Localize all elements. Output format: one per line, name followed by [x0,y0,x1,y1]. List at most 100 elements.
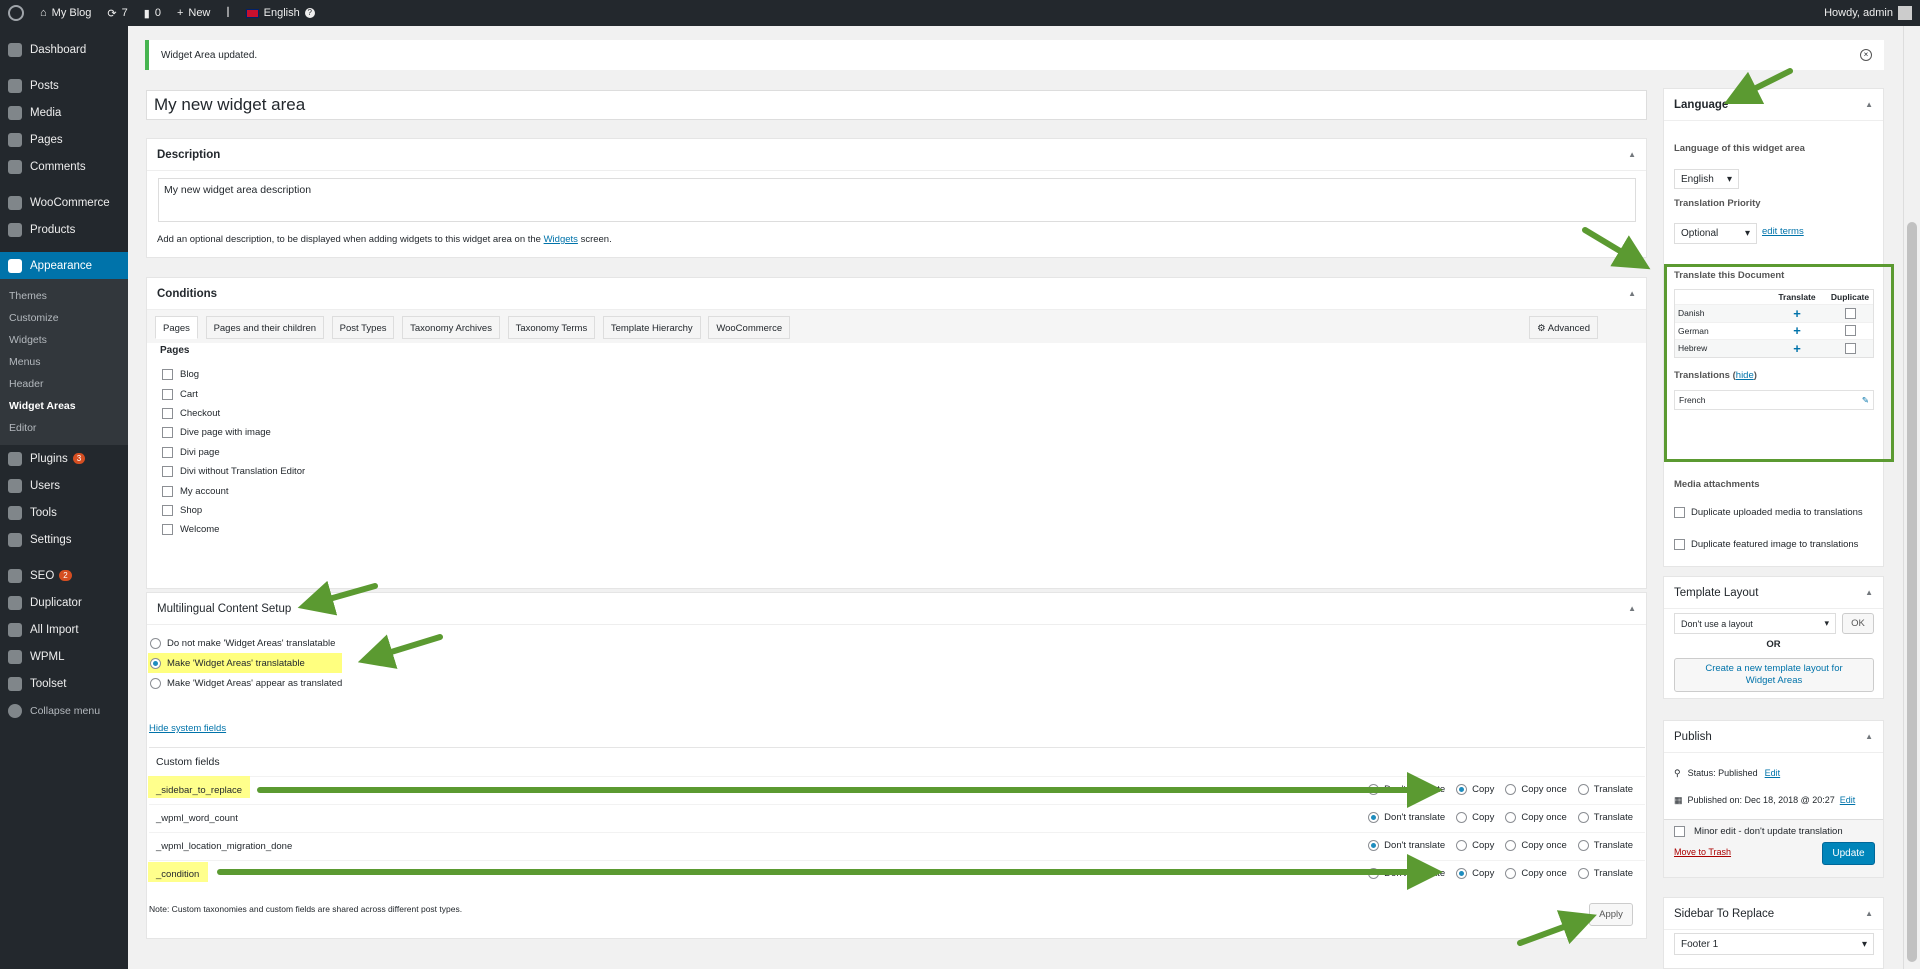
field-radio[interactable] [1456,867,1468,879]
toggle-arrow-icon[interactable]: ▲ [1865,721,1873,753]
submenu-item-themes[interactable]: Themes [0,285,128,307]
submenu-item-widgets[interactable]: Widgets [0,329,128,351]
list-item[interactable]: Dive page with image [162,423,305,442]
advanced-button[interactable]: ⚙ Advanced [1529,316,1598,339]
submenu-item-customize[interactable]: Customize [0,307,128,329]
field-radio[interactable] [1577,783,1589,795]
field-radio[interactable] [1368,811,1380,823]
toggle-arrow-icon[interactable]: ▲ [1865,898,1873,930]
collapse-menu-button[interactable]: Collapse menu [0,697,128,724]
field-option[interactable]: Copy once [1505,839,1567,851]
field-option[interactable]: Copy once [1505,867,1567,879]
description-textarea[interactable]: My new widget area description [158,178,1636,222]
toggle-arrow-icon[interactable]: ▲ [1628,278,1636,310]
toggle-arrow-icon[interactable]: ▲ [1865,577,1873,609]
page-checkbox[interactable] [162,504,173,516]
new-content-link[interactable]: + New [169,0,218,26]
page-checkbox[interactable] [162,369,173,381]
update-button[interactable]: Update [1822,842,1875,865]
minor-edit-checkbox[interactable] [1674,826,1685,837]
field-option[interactable]: Don't translate [1368,783,1445,795]
minor-edit-option[interactable]: Minor edit - don't update translation [1674,826,1843,837]
field-radio[interactable] [1577,839,1589,851]
mode-radio[interactable] [150,657,161,669]
field-radio[interactable] [1368,783,1380,795]
list-item[interactable]: My account [162,481,305,500]
conditions-heading[interactable]: Conditions ▲ [147,278,1646,310]
field-option[interactable]: Don't translate [1368,811,1445,823]
dismiss-notice-icon[interactable]: × [1860,49,1872,61]
list-item[interactable]: Cart [162,384,305,403]
page-checkbox[interactable] [162,446,173,458]
language-heading[interactable]: Language ▲ [1664,89,1883,121]
field-option[interactable]: Copy [1456,867,1494,879]
sidebar-item-toolset[interactable]: Toolset [0,670,128,697]
field-radio[interactable] [1505,867,1517,879]
field-radio[interactable] [1368,839,1380,851]
field-radio[interactable] [1577,867,1589,879]
comments-link[interactable]: ▮ 0 [136,0,169,26]
page-checkbox[interactable] [162,466,173,478]
layout-select[interactable]: Don't use a layout ▾ [1674,613,1836,634]
sidebar-replace-select[interactable]: Footer 1 ▾ [1674,933,1874,955]
field-radio[interactable] [1456,783,1468,795]
edit-date-link[interactable]: Edit [1840,795,1856,806]
tab-taxonomy-archives[interactable]: Taxonomy Archives [402,316,500,339]
mode-option[interactable]: Make 'Widget Areas' translatable [148,653,343,673]
field-radio[interactable] [1368,867,1380,879]
mode-option[interactable]: Do not make 'Widget Areas' translatable [148,633,342,653]
tab-woocommerce[interactable]: WooCommerce [708,316,791,339]
field-option[interactable]: Don't translate [1368,867,1445,879]
duplicate-featured-option[interactable]: Duplicate featured image to translations [1674,539,1858,550]
toggle-arrow-icon[interactable]: ▲ [1865,89,1873,121]
priority-select[interactable]: Optional ▾ [1674,223,1757,244]
field-option[interactable]: Translate [1577,783,1633,795]
sidebar-item-users[interactable]: Users [0,472,128,499]
field-option[interactable]: Don't translate [1368,839,1445,851]
field-option[interactable]: Copy [1456,839,1494,851]
field-option[interactable]: Copy [1456,783,1494,795]
language-select[interactable]: English ▾ [1674,169,1739,189]
language-switcher[interactable]: English? [238,0,323,26]
tab-taxonomy-terms[interactable]: Taxonomy Terms [507,316,596,339]
sidebar-item-pages[interactable]: Pages [0,126,128,153]
publish-heading[interactable]: Publish ▲ [1664,721,1883,753]
sidebar-item-woocommerce[interactable]: WooCommerce [0,189,128,216]
field-radio[interactable] [1505,811,1517,823]
duplicate-media-option[interactable]: Duplicate uploaded media to translations [1674,507,1879,518]
list-item[interactable]: Divi without Translation Editor [162,462,305,481]
sidebar-replace-heading[interactable]: Sidebar To Replace ▲ [1664,898,1883,930]
layout-ok-button[interactable]: OK [1842,613,1874,634]
page-checkbox[interactable] [162,388,173,400]
sidebar-item-all-import[interactable]: All Import [0,616,128,643]
scrollbar-thumb[interactable] [1907,222,1917,962]
sidebar-item-appearance[interactable]: Appearance [0,252,128,279]
sidebar-item-tools[interactable]: Tools [0,499,128,526]
sidebar-item-posts[interactable]: Posts [0,72,128,99]
mcs-heading[interactable]: Multilingual Content Setup ▲ [147,593,1646,625]
tab-post-types[interactable]: Post Types [331,316,395,339]
mode-radio[interactable] [150,637,161,649]
field-option[interactable]: Copy once [1505,811,1567,823]
sidebar-item-settings[interactable]: Settings [0,526,128,553]
list-item[interactable]: Checkout [162,404,305,423]
sidebar-item-dashboard[interactable]: Dashboard [0,36,128,63]
move-to-trash-link[interactable]: Move to Trash [1674,847,1731,857]
mode-radio[interactable] [150,677,161,689]
template-layout-heading[interactable]: Template Layout ▲ [1664,577,1883,609]
field-radio[interactable] [1505,839,1517,851]
my-account-link[interactable]: Howdy, admin [1816,0,1920,26]
tab-template-hierarchy[interactable]: Template Hierarchy [602,316,701,339]
hide-system-fields-link[interactable]: Hide system fields [149,723,226,734]
sidebar-item-seo[interactable]: SEO 2 [0,562,128,589]
widgets-link[interactable]: Widgets [544,234,578,245]
page-checkbox[interactable] [162,485,173,497]
wp-logo-menu[interactable] [0,0,32,26]
create-layout-button[interactable]: Create a new template layout for Widget … [1674,658,1874,692]
page-checkbox[interactable] [162,427,173,439]
edit-status-link[interactable]: Edit [1765,768,1781,779]
site-name-link[interactable]: ⌂ My Blog [32,0,99,26]
field-radio[interactable] [1456,811,1468,823]
sidebar-item-comments[interactable]: Comments [0,153,128,180]
page-checkbox[interactable] [162,524,173,536]
